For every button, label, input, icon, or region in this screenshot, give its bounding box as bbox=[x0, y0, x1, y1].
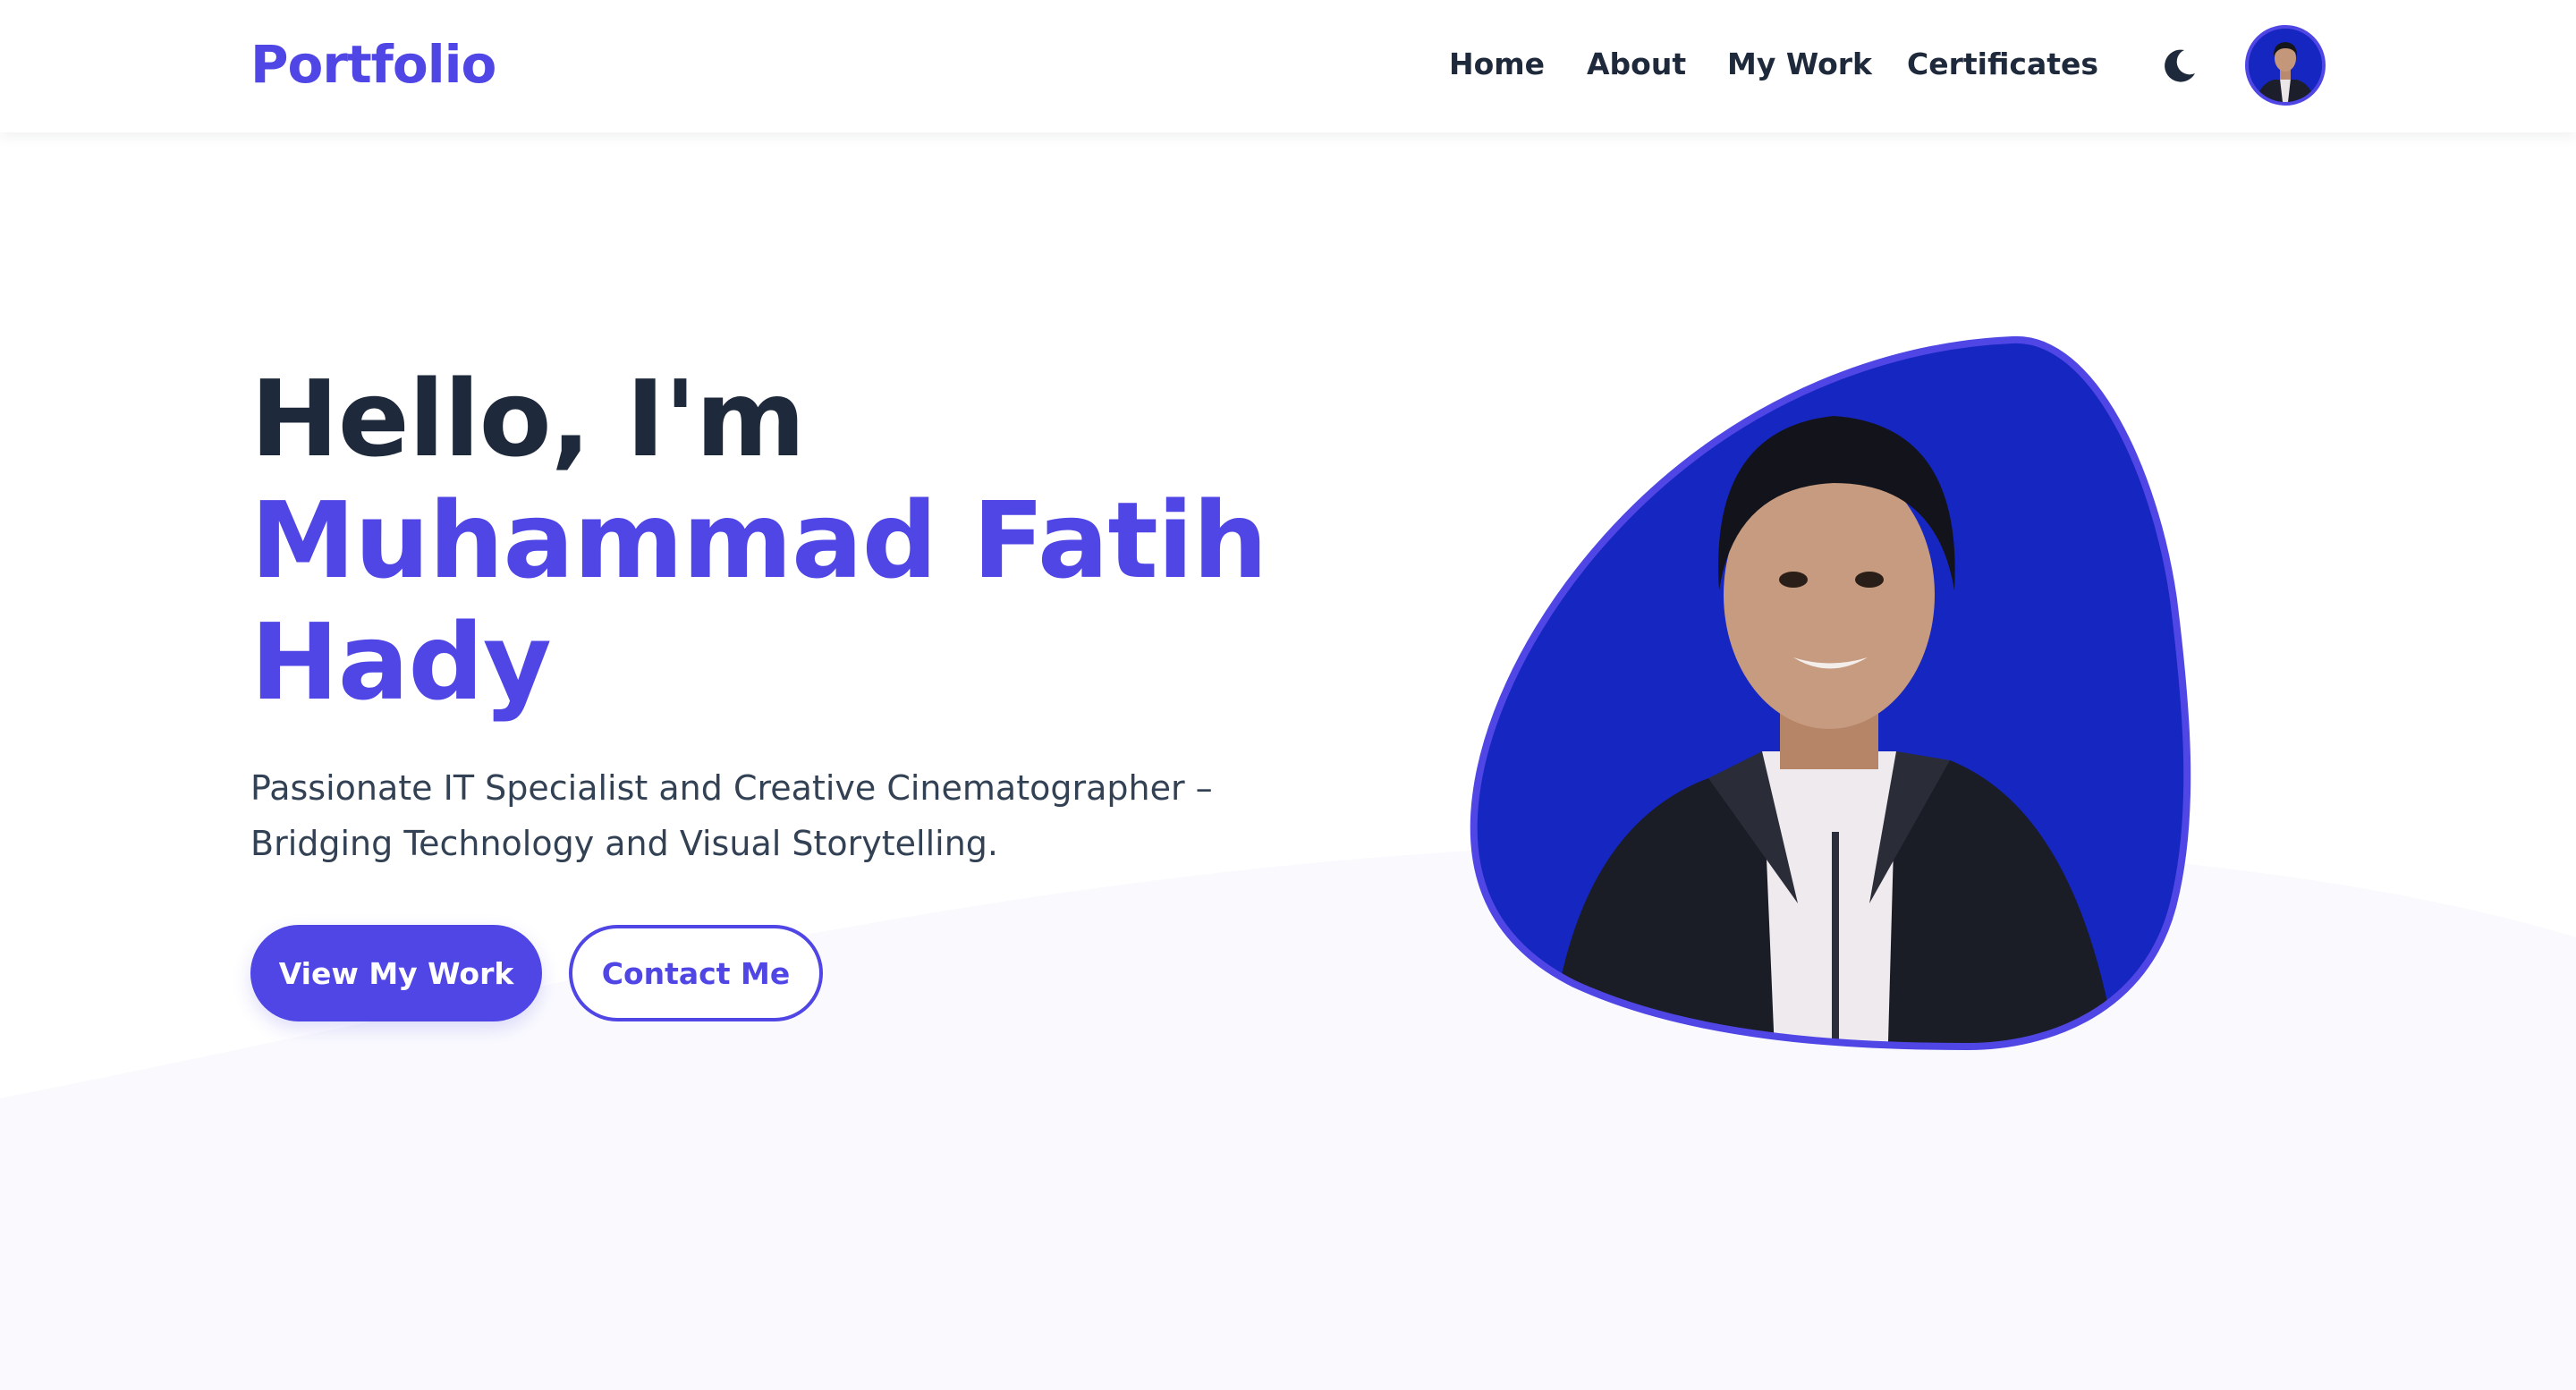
moon-icon[interactable] bbox=[2157, 45, 2200, 88]
hero-subtitle-line1: Passionate IT Specialist and Creative Ci… bbox=[250, 768, 1213, 808]
hero-heading: Hello, I'm Muhammad Fatih Hady bbox=[250, 358, 1279, 723]
nav-link-about[interactable]: About bbox=[1587, 47, 1686, 81]
contact-me-button[interactable]: Contact Me bbox=[569, 925, 823, 1021]
nav-link-my-work[interactable]: My Work bbox=[1727, 47, 1872, 81]
hero-greeting: Hello, I'm bbox=[250, 357, 806, 480]
hero-subtitle-line2: Bridging Technology and Visual Storytell… bbox=[250, 824, 998, 863]
top-navbar: Portfolio Home About My Work Certificate… bbox=[0, 0, 2576, 132]
hero-name-line2: Hady bbox=[250, 600, 552, 724]
view-my-work-button[interactable]: View My Work bbox=[250, 925, 542, 1021]
avatar[interactable] bbox=[2245, 25, 2326, 106]
hero-subtitle: Passionate IT Specialist and Creative Ci… bbox=[250, 760, 1216, 871]
nav-link-certificates[interactable]: Certificates bbox=[1907, 47, 2098, 81]
brand-logo[interactable]: Portfolio bbox=[250, 34, 496, 95]
hero-name-line1: Muhammad Fatih bbox=[250, 479, 1267, 602]
hero-text-block: Hello, I'm Muhammad Fatih Hady bbox=[250, 358, 1279, 723]
nav-link-home[interactable]: Home bbox=[1449, 47, 1545, 81]
profile-portrait bbox=[1470, 335, 2191, 1051]
